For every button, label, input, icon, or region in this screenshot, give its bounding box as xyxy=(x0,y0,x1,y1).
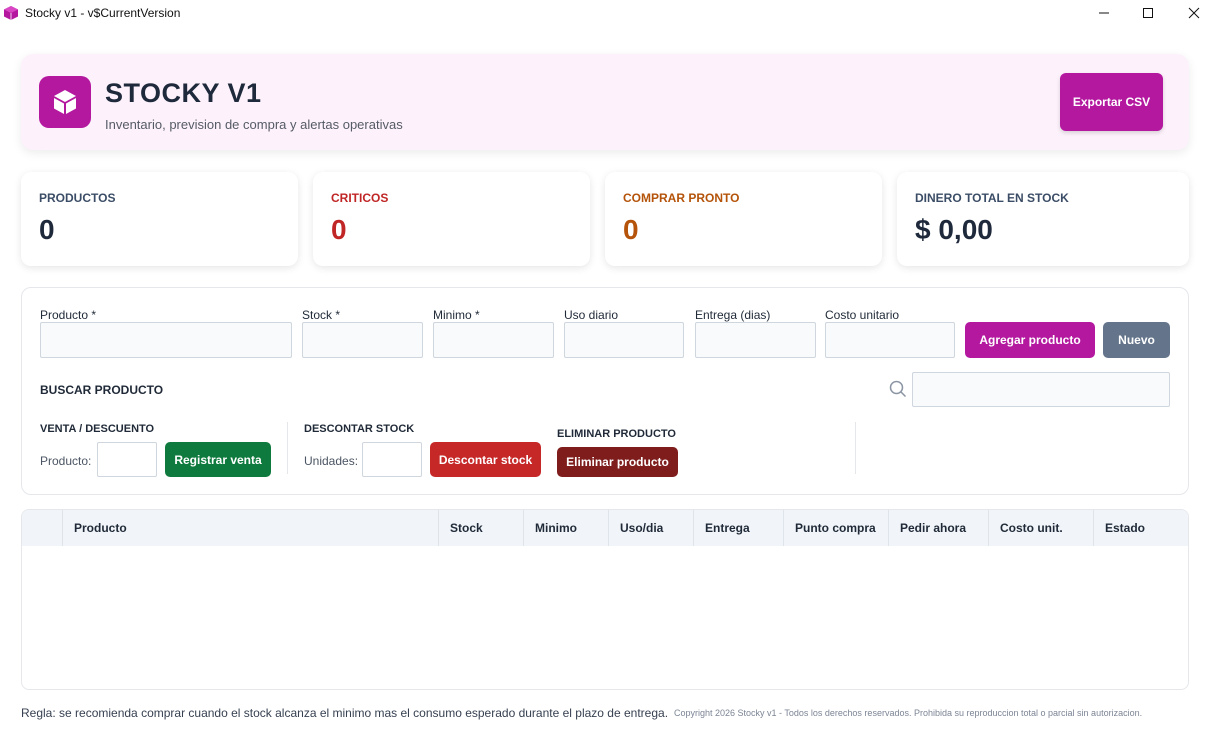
stat-card-productos: PRODUCTOS 0 xyxy=(21,172,298,266)
new-button[interactable]: Nuevo xyxy=(1103,322,1170,358)
minimize-icon xyxy=(1099,12,1109,14)
column-header-uso-dia[interactable]: Uso/dia xyxy=(608,510,693,546)
app-content: STOCKY V1 Inventario, prevision de compr… xyxy=(0,26,1213,743)
search-label: BUSCAR PRODUCTO xyxy=(40,383,164,397)
column-header-estado[interactable]: Estado xyxy=(1093,510,1188,546)
stat-value: $ 0,00 xyxy=(915,214,993,245)
descontar-unidades-input[interactable] xyxy=(362,442,422,477)
stat-value: 0 xyxy=(39,214,55,245)
rule-note: Regla: se recomienda comprar cuando el s… xyxy=(21,706,669,720)
stat-card-dinero-total: DINERO TOTAL EN STOCK $ 0,00 xyxy=(897,172,1189,266)
close-button[interactable] xyxy=(1171,0,1213,26)
venta-producto-label: Producto: xyxy=(40,454,92,468)
cube-logo-icon xyxy=(54,90,76,114)
products-table: Producto Stock Minimo Uso/dia Entrega Pu… xyxy=(21,509,1189,690)
divider xyxy=(287,422,288,474)
column-header-producto[interactable]: Producto xyxy=(62,510,438,546)
venta-section-title: VENTA / DESCUENTO xyxy=(40,423,155,435)
header-card: STOCKY V1 Inventario, prevision de compr… xyxy=(21,54,1189,150)
minimize-button[interactable] xyxy=(1081,0,1127,26)
export-csv-button[interactable]: Exportar CSV xyxy=(1060,73,1163,131)
producto-label: Producto * xyxy=(40,308,97,322)
add-product-button[interactable]: Agregar producto xyxy=(965,322,1095,358)
search-icon xyxy=(889,380,907,398)
stat-label: COMPRAR PRONTO xyxy=(623,191,740,205)
entrega-input[interactable] xyxy=(695,322,816,358)
close-icon xyxy=(1188,7,1200,19)
column-header-minimo[interactable]: Minimo xyxy=(523,510,608,546)
stat-card-criticos: CRITICOS 0 xyxy=(313,172,590,266)
costo-unitario-label: Costo unitario xyxy=(825,308,900,322)
venta-producto-input[interactable] xyxy=(97,442,157,477)
descontar-stock-button[interactable]: Descontar stock xyxy=(430,442,541,477)
minimo-input[interactable] xyxy=(433,322,554,358)
table-header: Producto Stock Minimo Uso/dia Entrega Pu… xyxy=(22,510,1188,546)
column-header-pedir-ahora[interactable]: Pedir ahora xyxy=(888,510,988,546)
column-header-costo-unit[interactable]: Costo unit. xyxy=(988,510,1093,546)
stat-value: 0 xyxy=(331,214,347,245)
minimo-label: Minimo * xyxy=(433,308,480,322)
column-header-stock[interactable]: Stock xyxy=(438,510,523,546)
stat-label: DINERO TOTAL EN STOCK xyxy=(915,191,1069,205)
app-subtitle: Inventario, prevision de compra y alerta… xyxy=(105,117,403,132)
stat-label: CRITICOS xyxy=(331,191,389,205)
window-title: Stocky v1 - v$CurrentVersion xyxy=(25,6,181,20)
eliminar-section-title: ELIMINAR PRODUCTO xyxy=(557,428,676,440)
search-input[interactable] xyxy=(912,372,1170,407)
eliminar-producto-button[interactable]: Eliminar producto xyxy=(557,447,678,477)
maximize-icon xyxy=(1143,8,1153,18)
column-header-entrega[interactable]: Entrega xyxy=(693,510,783,546)
uso-diario-label: Uso diario xyxy=(564,308,619,322)
costo-unitario-input[interactable] xyxy=(825,322,955,358)
stat-card-comprar-pronto: COMPRAR PRONTO 0 xyxy=(605,172,882,266)
entrega-label: Entrega (dias) xyxy=(695,308,771,322)
column-header-punto-compra[interactable]: Punto compra xyxy=(783,510,888,546)
stock-input[interactable] xyxy=(302,322,423,358)
row-selector-header[interactable] xyxy=(22,510,62,546)
descontar-unidades-label: Unidades: xyxy=(304,454,359,468)
producto-input[interactable] xyxy=(40,322,292,358)
app-name: STOCKY V1 xyxy=(105,78,262,108)
divider xyxy=(855,422,856,474)
stat-value: 0 xyxy=(623,214,639,245)
stat-label: PRODUCTOS xyxy=(39,191,116,205)
descontar-section-title: DESCONTAR STOCK xyxy=(304,423,415,435)
app-cube-icon xyxy=(4,6,18,20)
product-form-card: Producto * Stock * Minimo * Uso diario E… xyxy=(21,287,1189,495)
registrar-venta-button[interactable]: Registrar venta xyxy=(165,442,271,477)
uso-diario-input[interactable] xyxy=(564,322,684,358)
app-logo xyxy=(39,76,91,128)
copyright-text: Copyright 2026 Stocky v1 - Todos los der… xyxy=(674,708,1143,718)
maximize-button[interactable] xyxy=(1125,0,1171,26)
stock-label: Stock * xyxy=(302,308,341,322)
title-bar: Stocky v1 - v$CurrentVersion xyxy=(0,0,1213,26)
